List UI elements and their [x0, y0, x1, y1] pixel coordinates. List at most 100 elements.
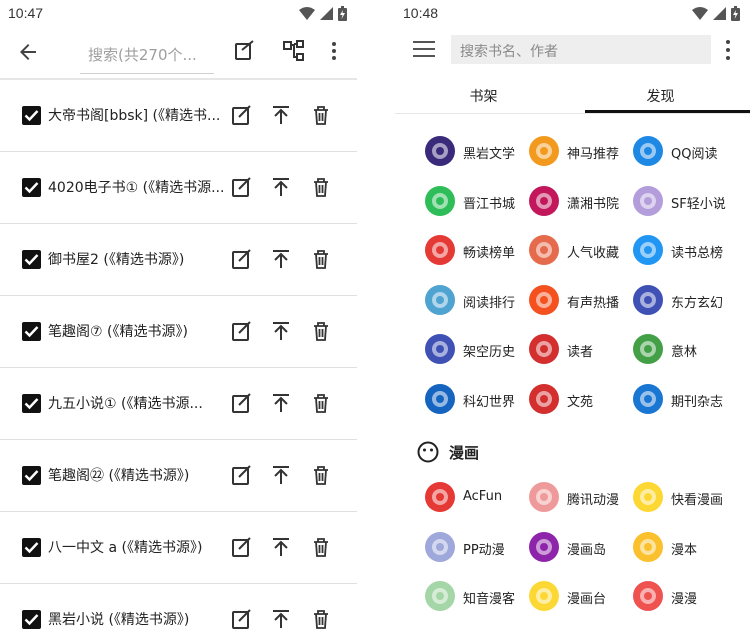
delete-icon[interactable] [310, 608, 332, 630]
source-row[interactable]: 笔趣阁⑦ (《精选书源》) [0, 296, 357, 368]
menu-icon[interactable] [413, 40, 435, 58]
source-row[interactable]: 黑岩小说 (《精选书源》) [0, 584, 357, 633]
check-icon [24, 110, 39, 122]
source-name: 人气收藏 [567, 246, 620, 261]
checkbox-checked[interactable] [22, 322, 41, 341]
status-time-right: 10:48 [403, 5, 439, 21]
delete-icon[interactable] [310, 536, 332, 558]
source-name: 黑岩文学 [463, 147, 516, 162]
source-logo-icon [633, 235, 663, 265]
book-search-input[interactable]: 搜索书名、作者 [451, 35, 711, 64]
source-row[interactable]: 御书屋2 (《精选书源》) [0, 224, 357, 296]
edit-icon[interactable] [231, 464, 253, 486]
source-row[interactable]: 4020电子书① (《精选书源... [0, 152, 357, 224]
source-name: QQ阅读 [671, 147, 718, 162]
check-icon [24, 542, 39, 554]
to-top-icon[interactable] [270, 320, 292, 342]
signal-icon [320, 7, 333, 20]
source-name: 阅读排行 [463, 295, 516, 311]
more-vert-icon[interactable] [721, 38, 735, 62]
select-edit-icon[interactable] [233, 39, 257, 63]
source-logo-icon [529, 136, 559, 166]
wifi-icon [692, 7, 708, 20]
to-top-icon[interactable] [270, 608, 292, 630]
source-name: SF轻小说 [671, 196, 726, 212]
check-icon [24, 398, 39, 410]
comic-name: 漫画岛 [567, 542, 607, 558]
edit-icon[interactable] [231, 608, 253, 630]
comic-name: 知音漫客 [463, 592, 516, 607]
source-name: 大帝书阁[bbsk] (《精选书... [48, 108, 221, 124]
source-logo-icon [633, 383, 663, 414]
edit-icon[interactable] [231, 320, 253, 342]
signal-icon [713, 7, 726, 20]
delete-icon[interactable] [310, 104, 332, 126]
edit-icon[interactable] [231, 176, 253, 198]
source-name: 4020电子书① (《精选书源... [48, 180, 224, 196]
checkbox-checked[interactable] [22, 466, 41, 485]
delete-icon[interactable] [310, 176, 332, 198]
more-vert-icon[interactable] [322, 39, 346, 63]
source-row[interactable]: 八一中文 a (《精选书源》) [0, 512, 357, 584]
to-top-icon[interactable] [270, 392, 292, 414]
search-input[interactable]: 搜索(共270个... [80, 38, 214, 74]
to-top-icon[interactable] [270, 176, 292, 198]
delete-icon[interactable] [310, 320, 332, 342]
tab-bar: 书架 发现 [395, 74, 750, 114]
source-name: 期刊杂志 [671, 394, 724, 410]
checkbox-checked[interactable] [22, 394, 41, 413]
source-row[interactable]: 九五小说① (《精选书源... [0, 368, 357, 440]
source-name: 潇湘书院 [567, 196, 620, 212]
source-logo-icon [529, 383, 559, 414]
edit-icon[interactable] [231, 104, 253, 126]
comic-logo-icon [425, 531, 455, 562]
to-top-icon[interactable] [270, 104, 292, 126]
to-top-icon[interactable] [270, 536, 292, 558]
source-logo-icon [633, 136, 663, 166]
status-time: 10:47 [8, 5, 44, 21]
comic-name: 漫本 [671, 542, 698, 558]
comic-logo-icon [633, 581, 663, 611]
status-bar: 10:47 [0, 0, 357, 26]
group-icon[interactable] [282, 39, 306, 63]
source-name: 畅读榜单 [463, 246, 516, 261]
delete-icon[interactable] [310, 464, 332, 486]
checkbox-checked[interactable] [22, 538, 41, 557]
checkbox-checked[interactable] [22, 610, 41, 629]
tab-indicator [585, 110, 750, 113]
source-name: 八一中文 a (《精选书源》) [48, 540, 203, 556]
to-top-icon[interactable] [270, 464, 292, 486]
source-row[interactable]: 笔趣阁㉒ (《精选书源》) [0, 440, 357, 512]
smiley-icon [417, 441, 439, 463]
delete-icon[interactable] [310, 248, 332, 270]
discover-pane: 10:48 搜索书名、作者 书架 发现 黑岩文学 神马推荐 QQ阅读 晋江书城 潇湘书院… [395, 0, 750, 633]
source-name: 科幻世界 [463, 394, 516, 410]
source-logo-icon [425, 136, 455, 166]
tab-bookshelf[interactable]: 书架 [395, 86, 572, 106]
status-bar-right: 10:48 [395, 0, 750, 26]
checkbox-checked[interactable] [22, 250, 41, 269]
edit-icon[interactable] [231, 248, 253, 270]
to-top-icon[interactable] [270, 248, 292, 270]
source-name: 文苑 [567, 394, 594, 410]
checkbox-checked[interactable] [22, 178, 41, 197]
back-arrow-icon[interactable] [16, 40, 40, 64]
comic-name: 漫漫 [671, 592, 698, 607]
source-manage-pane: 10:47 搜索(共270个... 大帝书阁[bbsk] (《精选书... 402… [0, 0, 357, 633]
delete-icon[interactable] [310, 392, 332, 414]
source-name: 读者 [567, 345, 594, 360]
source-name: 读书总榜 [671, 246, 724, 261]
comic-logo-icon [529, 581, 559, 611]
edit-icon[interactable] [231, 536, 253, 558]
checkbox-checked[interactable] [22, 106, 41, 125]
source-logo-icon [425, 235, 455, 265]
source-name: 笔趣阁㉒ (《精选书源》) [48, 468, 190, 484]
battery-icon [338, 6, 347, 21]
source-name: 有声热播 [567, 295, 620, 311]
edit-icon[interactable] [231, 392, 253, 414]
source-logo-icon [529, 334, 559, 364]
tab-discover[interactable]: 发现 [572, 86, 749, 106]
check-icon [24, 182, 39, 194]
source-name: 晋江书城 [463, 196, 516, 212]
source-row[interactable]: 大帝书阁[bbsk] (《精选书... [0, 80, 357, 152]
